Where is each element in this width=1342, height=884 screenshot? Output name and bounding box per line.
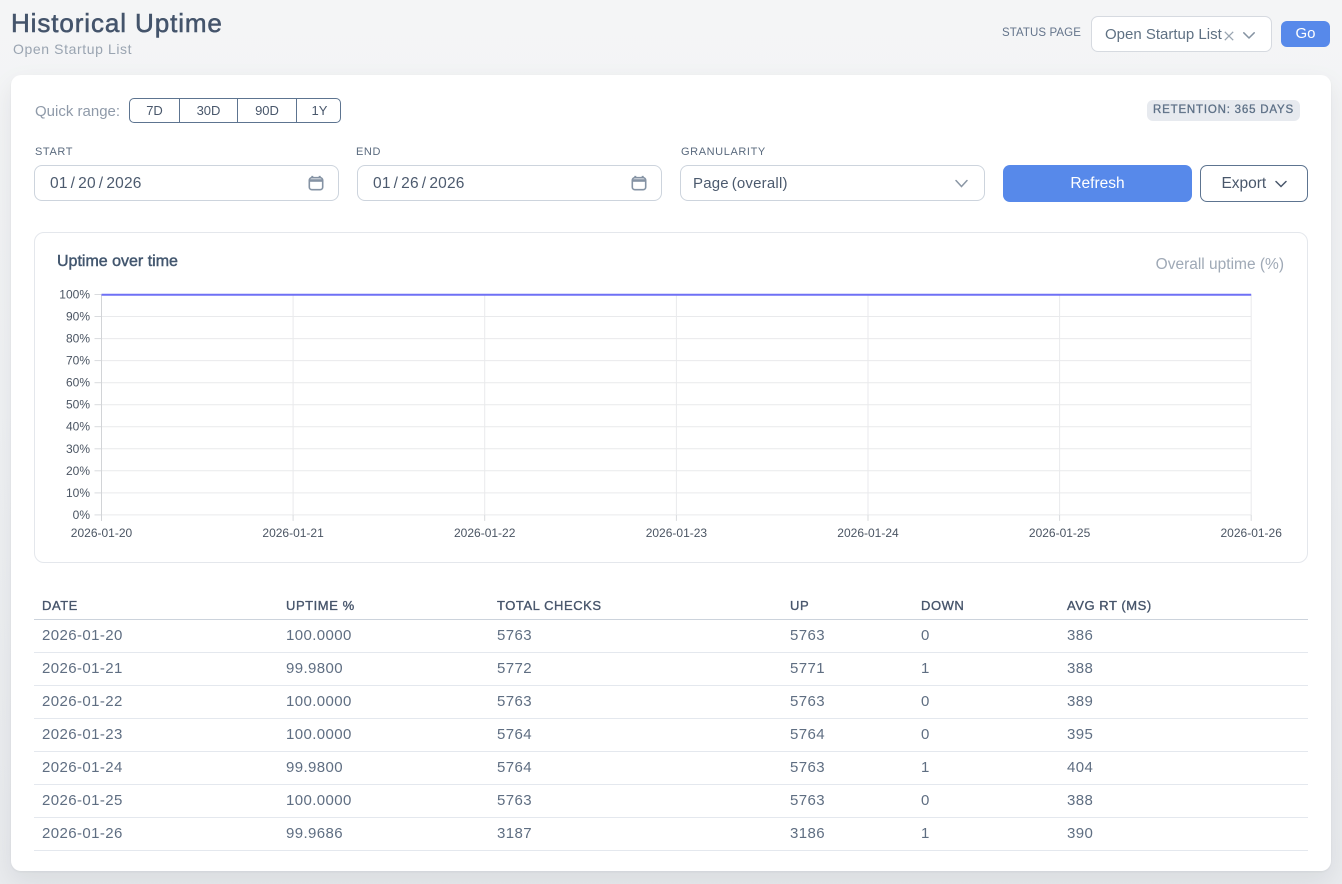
svg-text:80%: 80% <box>66 332 90 346</box>
svg-text:30%: 30% <box>66 442 90 456</box>
svg-text:60%: 60% <box>66 376 90 390</box>
svg-text:50%: 50% <box>66 398 90 412</box>
svg-text:2026-01-21: 2026-01-21 <box>262 526 324 540</box>
svg-text:20%: 20% <box>66 464 90 478</box>
svg-text:0%: 0% <box>73 508 91 522</box>
svg-text:40%: 40% <box>66 420 90 434</box>
svg-text:90%: 90% <box>66 310 90 324</box>
svg-text:100%: 100% <box>59 288 90 302</box>
svg-text:10%: 10% <box>66 486 90 500</box>
svg-text:2026-01-26: 2026-01-26 <box>1221 526 1283 540</box>
svg-text:2026-01-25: 2026-01-25 <box>1029 526 1091 540</box>
svg-text:2026-01-22: 2026-01-22 <box>454 526 516 540</box>
svg-text:70%: 70% <box>66 354 90 368</box>
svg-text:2026-01-20: 2026-01-20 <box>71 526 133 540</box>
svg-text:2026-01-24: 2026-01-24 <box>837 526 899 540</box>
svg-text:2026-01-23: 2026-01-23 <box>646 526 708 540</box>
